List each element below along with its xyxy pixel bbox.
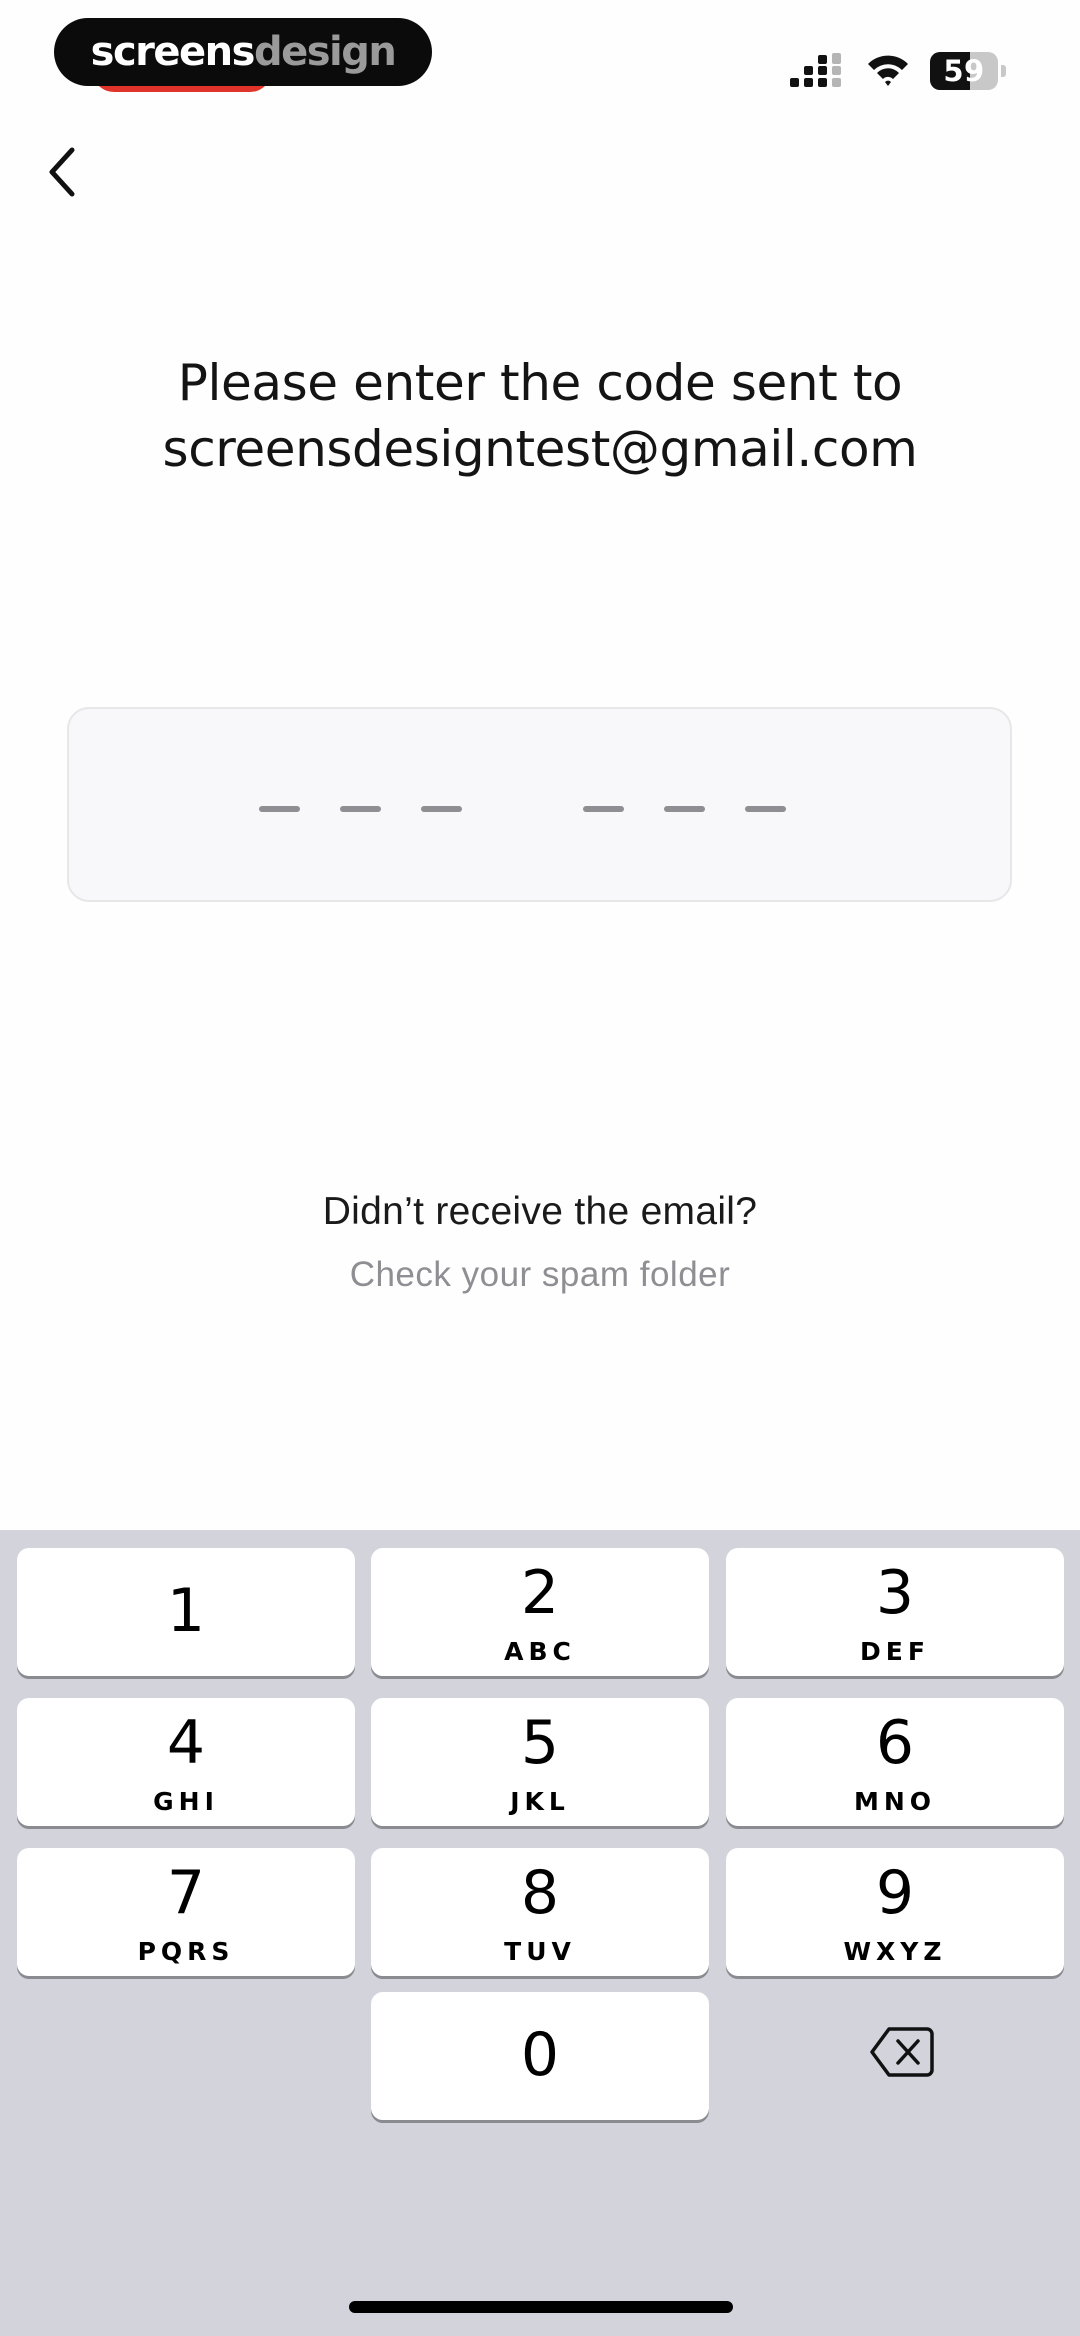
key-4[interactable]: 4 GHI	[17, 1698, 355, 1826]
key-letters: MNO	[853, 1787, 937, 1816]
key-2[interactable]: 2 ABC	[371, 1548, 709, 1676]
key-digit: 5	[520, 1708, 560, 1778]
brand-logo-primary: screens	[90, 29, 256, 75]
key-digit: 2	[520, 1558, 560, 1628]
back-button[interactable]	[30, 140, 94, 204]
key-digit: 8	[520, 1858, 560, 1928]
key-digit: 9	[875, 1858, 915, 1928]
key-letters: GHI	[153, 1787, 219, 1816]
cellular-signal-icon	[790, 53, 841, 87]
page-title-email: screensdesigntest@gmail.com	[162, 420, 918, 478]
key-digit: 3	[875, 1558, 915, 1628]
key-digit: 0	[520, 2020, 560, 2090]
key-letters: JKL	[510, 1787, 570, 1816]
key-letters: PQRS	[137, 1937, 235, 1966]
key-letters: WXYZ	[843, 1937, 947, 1966]
page-title-line1: Please enter the code sent to	[177, 354, 903, 412]
code-digit-slot	[259, 806, 300, 812]
key-7[interactable]: 7 PQRS	[17, 1848, 355, 1976]
backspace-icon	[870, 2027, 934, 2077]
key-digit: 4	[166, 1708, 206, 1778]
battery-icon: 59	[930, 52, 1006, 90]
brand-logo-secondary: design	[253, 29, 397, 75]
code-digit-slot	[664, 806, 705, 812]
spam-folder-hint: Check your spam folder	[349, 1255, 731, 1294]
battery-body: 59	[930, 52, 998, 90]
key-digit: 1	[166, 1576, 206, 1646]
battery-cap	[1001, 65, 1006, 77]
key-letters: TUV	[504, 1937, 576, 1966]
key-6[interactable]: 6 MNO	[726, 1698, 1064, 1826]
code-digit-slot	[421, 806, 462, 812]
key-letters: DEF	[860, 1637, 930, 1666]
key-5[interactable]: 5 JKL	[371, 1698, 709, 1826]
numeric-keyboard: 1 2 ABC 3 DEF 4 GHI 5 JKL 6 MNO 7 PQRS 8…	[0, 1530, 1080, 2336]
key-1[interactable]: 1	[17, 1548, 355, 1676]
brand-logo: screens design	[54, 18, 432, 86]
code-digit-slot	[745, 806, 786, 812]
code-digit-slot	[583, 806, 624, 812]
code-digit-slot	[340, 806, 381, 812]
key-0[interactable]: 0	[371, 1992, 709, 2120]
key-8[interactable]: 8 TUV	[371, 1848, 709, 1976]
chevron-left-icon	[49, 147, 75, 197]
key-digit: 7	[166, 1858, 206, 1928]
key-letters: ABC	[504, 1637, 576, 1666]
resend-prompt: Didn’t receive the email?	[322, 1190, 758, 1233]
verification-code-input[interactable]	[67, 707, 1012, 902]
key-9[interactable]: 9 WXYZ	[726, 1848, 1064, 1976]
battery-level: 59	[943, 54, 985, 88]
key-3[interactable]: 3 DEF	[726, 1548, 1064, 1676]
wifi-icon	[868, 55, 908, 86]
home-indicator	[349, 2301, 733, 2313]
delete-key[interactable]	[840, 2018, 964, 2086]
status-bar: screens design 59	[0, 0, 1080, 110]
page-title: Please enter the code sent to screensdes…	[60, 350, 1020, 482]
key-digit: 6	[875, 1708, 915, 1778]
